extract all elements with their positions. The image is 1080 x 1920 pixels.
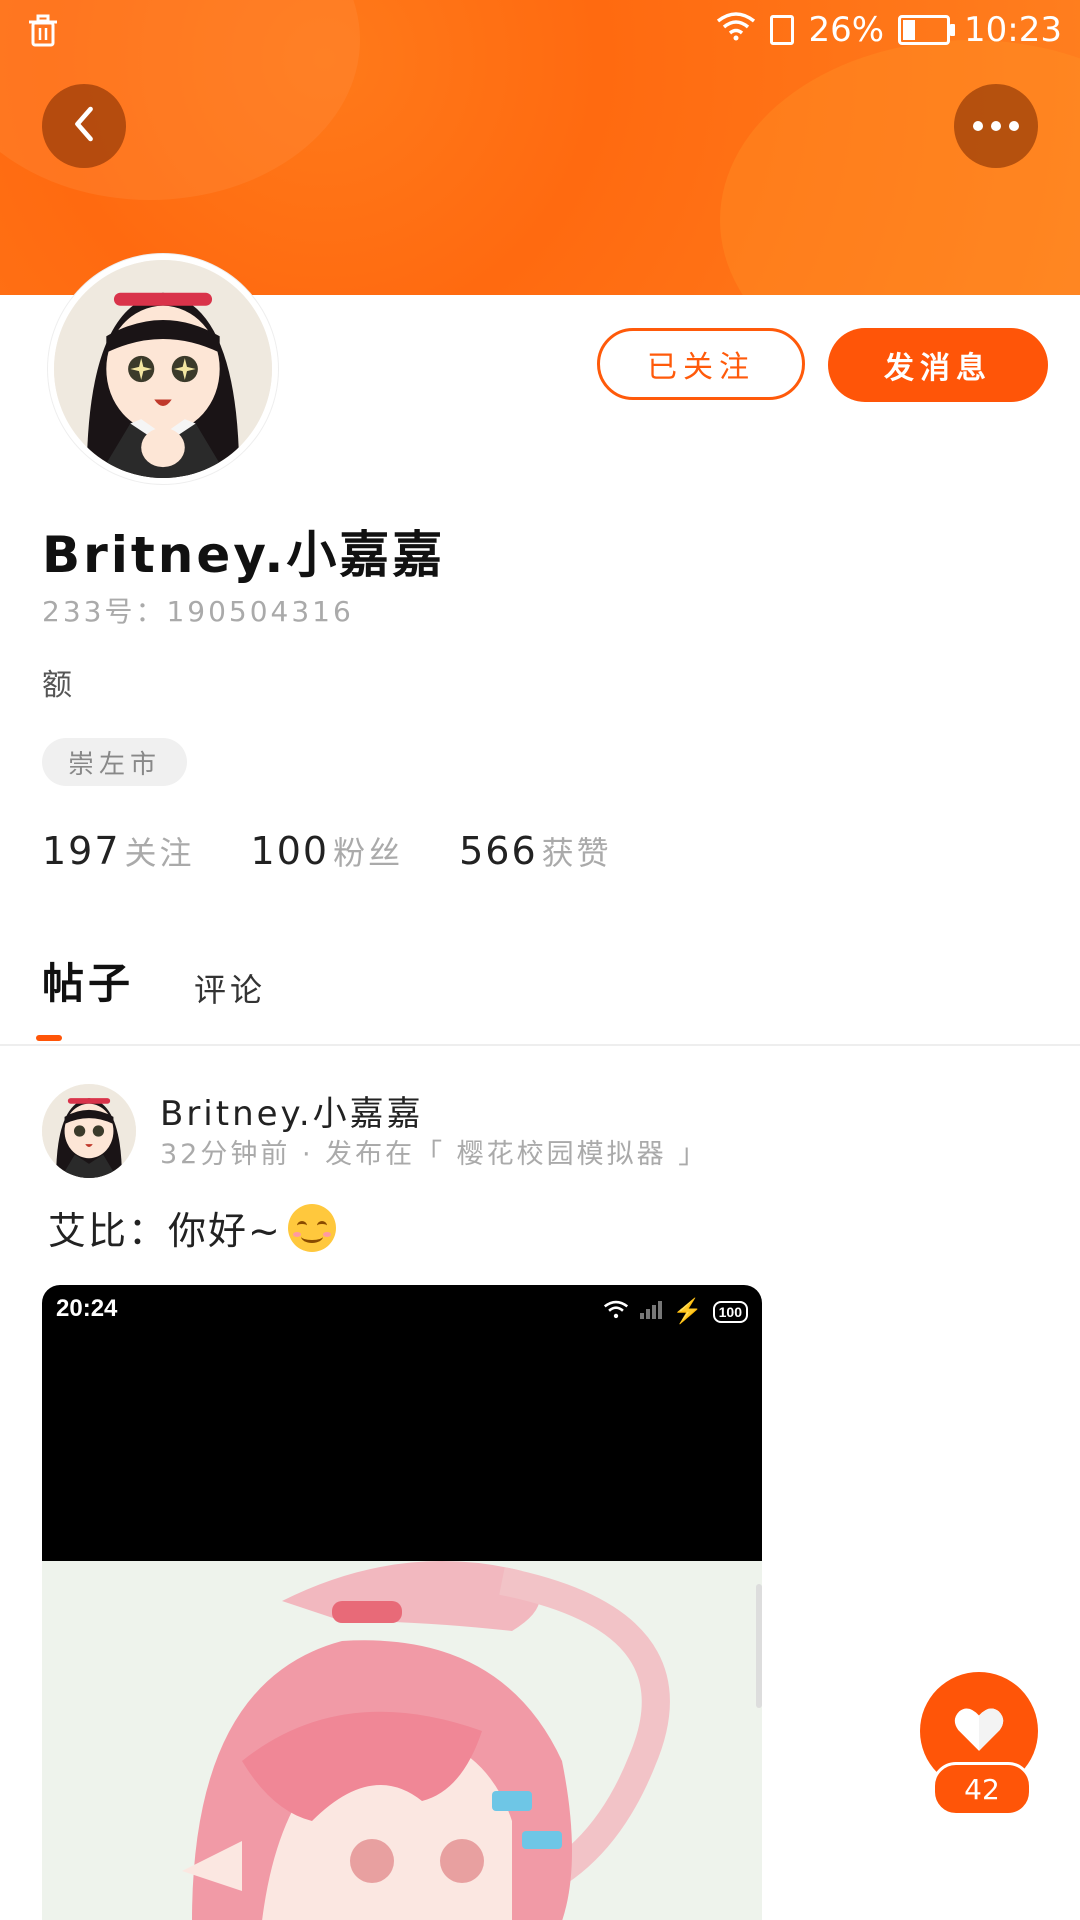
location-tag: 崇左市 (42, 738, 188, 786)
heart-icon (953, 1705, 1005, 1757)
profile-bio: 额 (42, 668, 72, 703)
image-status-bar: 20:24 ⚡ 100 (42, 1285, 762, 1335)
anime-artwork-image (42, 1561, 762, 1920)
sim-card-icon (770, 15, 795, 45)
image-clock: 20:24 (56, 1295, 118, 1322)
profile-avatar[interactable] (48, 254, 278, 484)
battery-icon (898, 15, 956, 45)
signal-icon (639, 1298, 663, 1326)
tab-posts[interactable]: 帖子 (42, 950, 134, 1011)
stat-value: 100 (250, 829, 330, 873)
status-bar: 26% 10:23 (0, 0, 1080, 60)
more-dots-icon (973, 121, 1019, 131)
wifi-icon (716, 10, 756, 50)
post-text: 艾比：你好~ (48, 1209, 282, 1253)
trash-icon (26, 14, 60, 48)
clock: 10:23 (964, 10, 1062, 50)
image-scroll-indicator (756, 1584, 762, 1708)
stat-likes[interactable]: 566 获赞 (459, 828, 612, 874)
post-author-avatar[interactable] (42, 1084, 136, 1178)
stat-value: 566 (459, 829, 538, 873)
profile-tabs: 帖子 评论 (42, 950, 266, 1011)
send-message-button[interactable]: 发消息 (828, 328, 1048, 402)
active-tab-indicator (36, 1035, 62, 1041)
divider (0, 1044, 1080, 1046)
profile-user-id: 233号：190504316 (42, 595, 354, 628)
stat-label: 获赞 (541, 834, 612, 872)
wifi-icon (603, 1298, 629, 1326)
smiling-face-icon (287, 1203, 336, 1252)
image-battery: 100 (712, 1300, 748, 1323)
stat-following[interactable]: 197 关注 (42, 828, 195, 874)
stat-value: 197 (42, 829, 121, 873)
tab-comments[interactable]: 评论 (194, 965, 266, 1011)
battery-percent: 26% (808, 10, 885, 50)
post-meta: 32分钟前 · 发布在「 樱花校园模拟器 」 (160, 1139, 709, 1170)
back-button[interactable] (42, 84, 126, 168)
following-button[interactable]: 已关注 (597, 328, 805, 400)
stat-label: 关注 (124, 834, 195, 872)
stat-label: 粉丝 (333, 834, 404, 872)
more-options-button[interactable] (954, 84, 1038, 168)
profile-stats: 197 关注 100 粉丝 566 获赞 (42, 828, 612, 874)
post-image[interactable]: 20:24 ⚡ 100 (42, 1285, 762, 1920)
post-author-name[interactable]: Britney.小嘉嘉 (160, 1086, 424, 1135)
profile-username: Britney.小嘉嘉 (42, 526, 446, 584)
chevron-left-icon (70, 105, 98, 147)
stat-followers[interactable]: 100 粉丝 (251, 828, 404, 874)
post-body[interactable]: 艾比：你好~ (48, 1200, 336, 1255)
like-count: 42 (932, 1762, 1032, 1816)
charging-icon: ⚡ (672, 1298, 703, 1325)
